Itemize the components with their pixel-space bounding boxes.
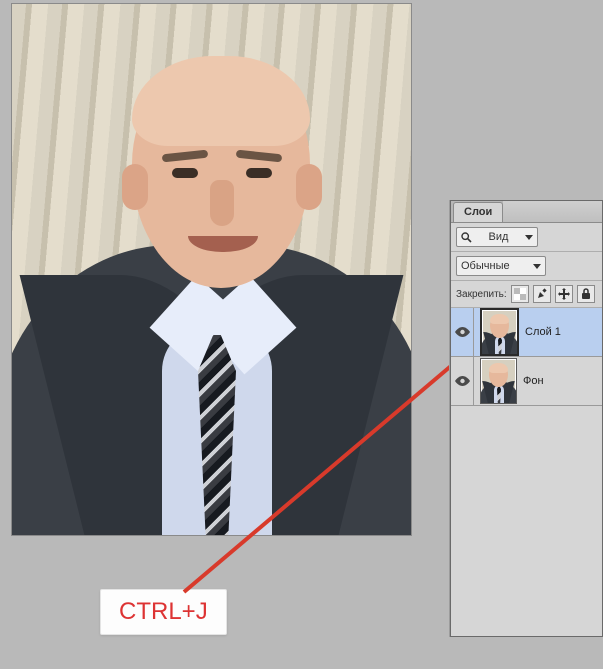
layer-filter-dropdown[interactable]: Вид — [456, 227, 538, 247]
chevron-down-icon — [525, 235, 533, 240]
layers-panel: Слои Вид Обычные Закрепить: Слой 1 Фон — [450, 200, 603, 637]
lock-all-button[interactable] — [577, 285, 595, 303]
lock-label: Закрепить: — [456, 289, 507, 300]
all-lock-icon — [580, 288, 592, 300]
shortcut-annotation: CTRL+J — [100, 589, 227, 635]
document-image[interactable] — [12, 4, 411, 535]
transparency-lock-icon — [514, 288, 526, 300]
layer-thumbnail[interactable] — [480, 308, 519, 356]
canvas-area[interactable]: CTRL+J — [0, 0, 452, 669]
layer-filter-row: Вид — [451, 223, 602, 252]
tab-layers[interactable]: Слои — [453, 202, 503, 222]
position-lock-icon — [558, 288, 570, 300]
lock-pixels-button[interactable] — [533, 285, 551, 303]
layers-list: Слой 1 Фон — [451, 308, 602, 406]
blend-mode-value: Обычные — [461, 260, 510, 272]
lock-transparency-button[interactable] — [511, 285, 529, 303]
layer-filter-label: Вид — [489, 231, 509, 243]
panel-empty-area[interactable] — [451, 406, 602, 636]
layer-name[interactable]: Фон — [523, 375, 602, 387]
pixel-lock-icon — [536, 288, 548, 300]
visibility-toggle[interactable] — [451, 357, 474, 405]
layer-thumbnail[interactable] — [480, 358, 517, 404]
blend-mode-dropdown[interactable]: Обычные — [456, 256, 546, 276]
tab-gutter — [503, 201, 602, 222]
panel-tabbar: Слои — [451, 201, 602, 223]
layer-row[interactable]: Слой 1 — [451, 308, 602, 357]
blend-mode-row: Обычные — [451, 252, 602, 281]
search-icon — [461, 232, 472, 243]
eye-icon — [455, 327, 470, 337]
lock-row: Закрепить: — [451, 281, 602, 308]
eye-icon — [455, 376, 470, 386]
layer-row[interactable]: Фон — [451, 357, 602, 406]
lock-position-button[interactable] — [555, 285, 573, 303]
visibility-toggle[interactable] — [451, 308, 474, 356]
chevron-down-icon — [533, 264, 541, 269]
layer-name[interactable]: Слой 1 — [525, 326, 602, 338]
